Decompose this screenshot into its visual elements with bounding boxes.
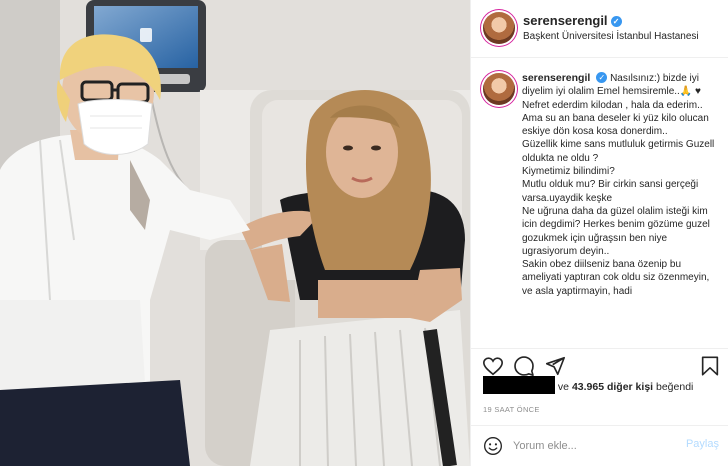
likes-suffix: beğendi	[656, 381, 694, 393]
caption-line-6: Ne uğruna daha da güzel olalim isteği ki…	[522, 205, 710, 257]
post-header: serenserengil ✓ Başkent Üniversitesi İsta…	[471, 0, 728, 58]
comment-bar: Paylaş	[471, 425, 728, 466]
post-photo-illustration	[0, 0, 470, 466]
redacted-liker	[483, 376, 555, 394]
caption-text: serenserengil ✓ Nasılsınız:) bizde iyi di…	[522, 72, 722, 298]
post-comment-button[interactable]: Paylaş	[686, 438, 719, 450]
comment-input[interactable]	[513, 436, 673, 456]
author-username-text[interactable]: serenserengil	[523, 13, 608, 28]
caption-line-7: Sakin obez diilseniz bana özenip bu amel…	[522, 259, 710, 297]
heart-icon[interactable]	[482, 355, 504, 377]
post-photo[interactable]	[0, 0, 470, 466]
caption-line-1: Nefret ederdim kilodan , hala da ederim.…	[522, 99, 703, 111]
caption-username[interactable]: serenserengil	[522, 72, 590, 84]
caption-line-0: serenserengil ✓ Nasılsınız:) bizde iyi di…	[522, 72, 722, 99]
emoji-icon[interactable]	[483, 436, 503, 456]
post-timestamp[interactable]: 19 SAAT ÖNCE	[483, 405, 540, 414]
caption-avatar[interactable]	[483, 73, 515, 105]
comment-icon[interactable]	[513, 355, 535, 377]
caption-line-2: Ama su an bana deseler ki yüz kilo oluca…	[522, 112, 709, 138]
post-sidebar: serenserengil ✓ Başkent Üniversitesi İsta…	[470, 0, 728, 466]
caption-line-3: Güzellik kime sans mutluluk getirmis Guz…	[522, 139, 715, 164]
post-location[interactable]: Başkent Üniversitesi İstanbul Hastanesi	[523, 31, 699, 42]
action-bar	[471, 348, 728, 378]
likes-summary: ve 43.965 diğer kişi beğendi	[483, 376, 723, 396]
author-avatar[interactable]	[483, 12, 515, 44]
caption-line-5: Mutlu olduk mu? Bir cirkin sansi gerçeği…	[522, 179, 699, 204]
likes-count[interactable]: 43.965 diğer kişi	[572, 381, 653, 393]
caption-line-4: Kiymetimiz bilindimi?	[522, 166, 615, 178]
share-icon[interactable]	[544, 355, 566, 377]
caption-area: serenserengil ✓ Nasılsınız:) bizde iyi di…	[471, 59, 728, 371]
verified-badge-icon: ✓	[596, 72, 608, 83]
likes-prefix: ve	[557, 381, 570, 393]
author-username[interactable]: serenserengil ✓	[523, 13, 622, 28]
bookmark-icon[interactable]	[699, 355, 721, 377]
verified-badge-icon: ✓	[610, 16, 622, 27]
